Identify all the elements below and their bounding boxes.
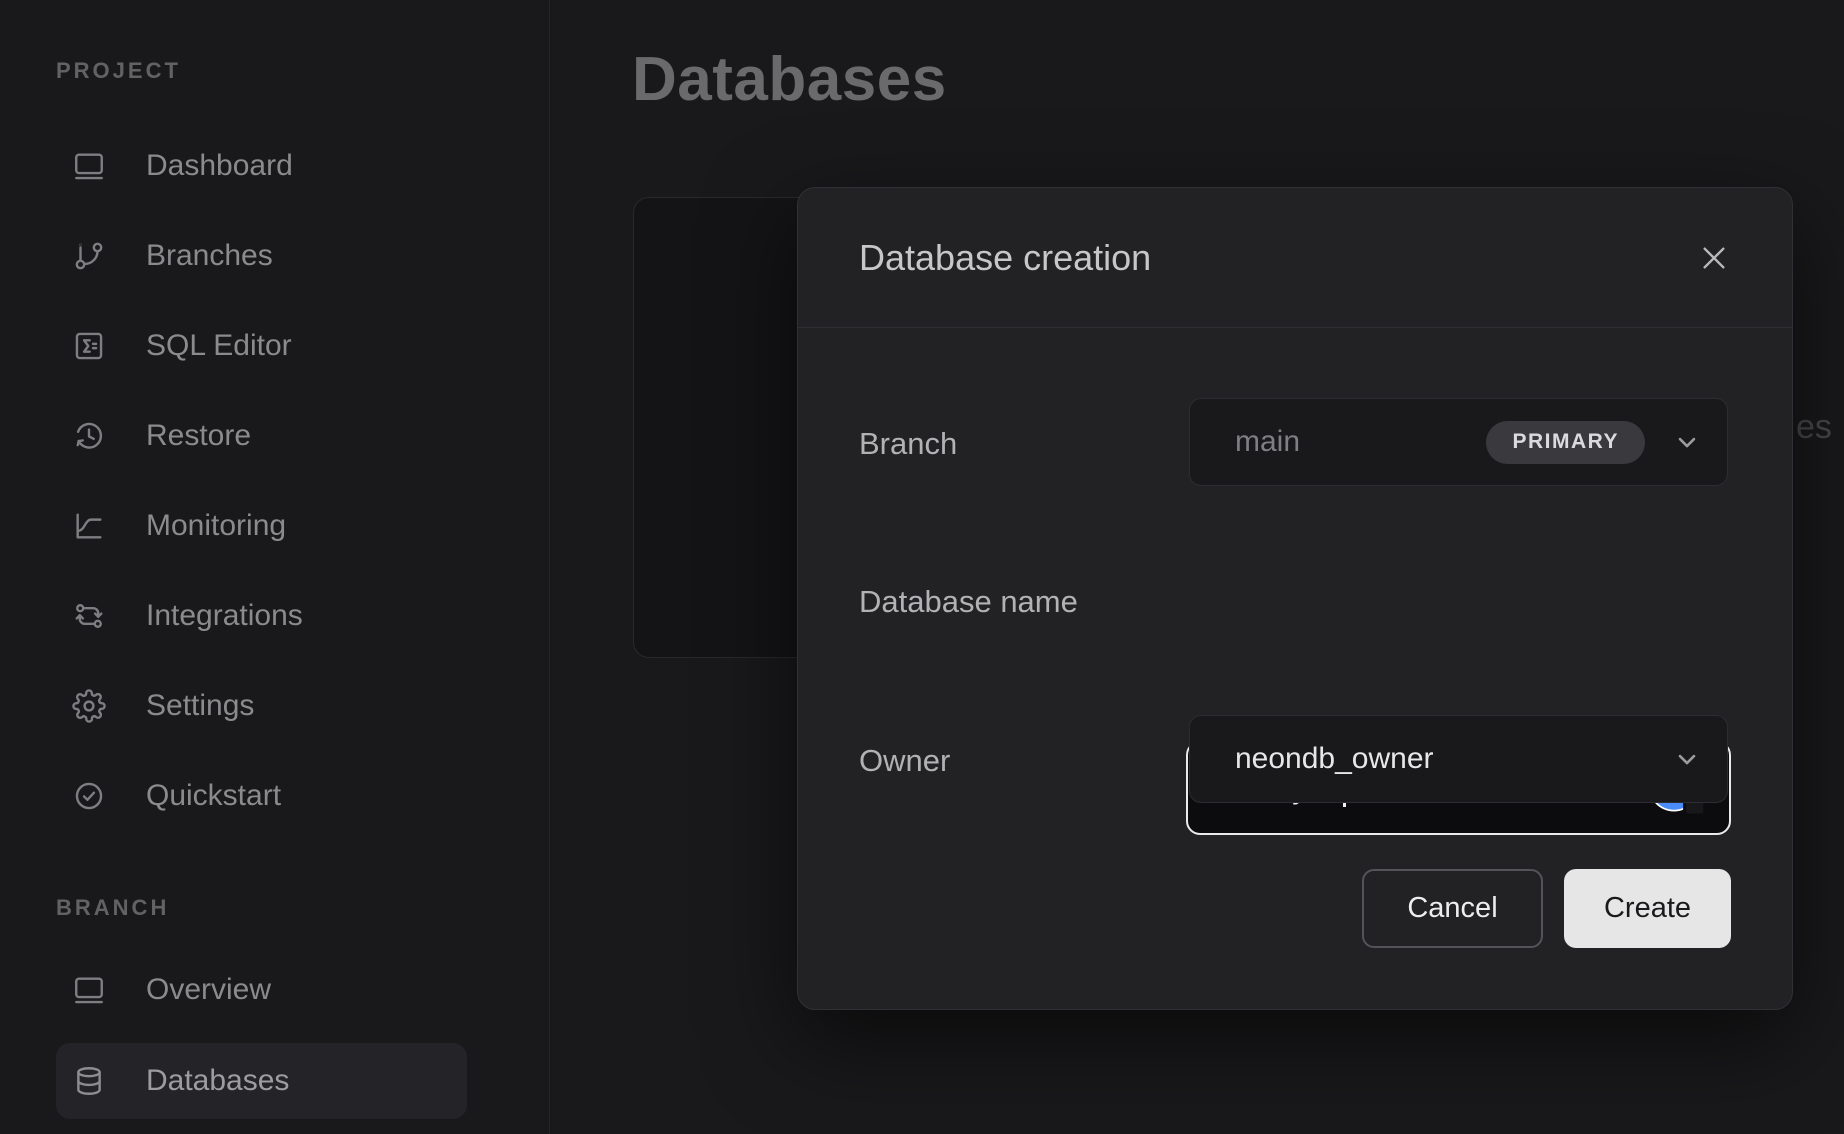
branch-field-label: Branch (859, 426, 957, 462)
sidebar-item-overview[interactable]: Overview (56, 952, 467, 1028)
project-section-label: PROJECT (56, 58, 181, 84)
sidebar-item-settings[interactable]: Settings (56, 668, 467, 744)
sidebar-item-dashboard[interactable]: Dashboard (56, 128, 467, 204)
sidebar-item-label: Dashboard (146, 149, 293, 183)
modal-header: Database creation (798, 188, 1792, 328)
sidebar-item-sql-editor[interactable]: SQL Editor (56, 308, 467, 384)
chevron-down-icon (1673, 745, 1701, 773)
branches-icon (72, 239, 106, 273)
branch-section-label: BRANCH (56, 895, 169, 921)
sidebar-item-label: Integrations (146, 599, 303, 633)
cancel-button[interactable]: Cancel (1362, 869, 1543, 948)
sidebar-item-quickstart[interactable]: Quickstart (56, 758, 467, 834)
sidebar-item-label: SQL Editor (146, 329, 292, 363)
monitoring-icon (72, 509, 106, 543)
overview-icon (72, 973, 106, 1007)
sidebar-item-label: Databases (146, 1064, 289, 1098)
page-title: Databases (632, 44, 947, 115)
sidebar-item-branches[interactable]: Branches (56, 218, 467, 294)
chevron-down-icon (1673, 428, 1701, 456)
integrations-icon (72, 599, 106, 633)
sidebar-item-label: Quickstart (146, 779, 281, 813)
settings-gear-icon (72, 689, 106, 723)
dashboard-icon (72, 149, 106, 183)
close-button[interactable] (1692, 236, 1736, 280)
database-creation-modal: Database creation Branch main PRIMARY Da… (797, 187, 1793, 1010)
sidebar-item-label: Overview (146, 973, 271, 1007)
owner-field-label: Owner (859, 743, 950, 779)
quickstart-check-icon (72, 779, 106, 813)
close-icon (1698, 242, 1730, 274)
restore-icon (72, 419, 106, 453)
branch-select-value: main (1235, 425, 1300, 459)
create-button[interactable]: Create (1564, 869, 1731, 948)
modal-title: Database creation (859, 237, 1692, 279)
sidebar: PROJECT Dashboard Branches SQL Editor Re… (0, 0, 550, 1134)
databases-icon (72, 1064, 106, 1098)
sidebar-item-monitoring[interactable]: Monitoring (56, 488, 467, 564)
sql-editor-icon (72, 329, 106, 363)
sidebar-item-integrations[interactable]: Integrations (56, 578, 467, 654)
sidebar-item-restore[interactable]: Restore (56, 398, 467, 474)
owner-select-value: neondb_owner (1235, 742, 1434, 776)
sidebar-item-label: Settings (146, 689, 254, 723)
sidebar-item-label: Branches (146, 239, 273, 273)
sidebar-item-label: Monitoring (146, 509, 286, 543)
database-name-field-label: Database name (859, 584, 1078, 620)
owner-select[interactable]: neondb_owner (1189, 715, 1728, 803)
primary-badge: PRIMARY (1486, 421, 1645, 464)
clipped-background-text: es (1796, 408, 1832, 447)
sidebar-item-databases[interactable]: Databases (56, 1043, 467, 1119)
branch-select[interactable]: main PRIMARY (1189, 398, 1728, 486)
sidebar-item-label: Restore (146, 419, 251, 453)
